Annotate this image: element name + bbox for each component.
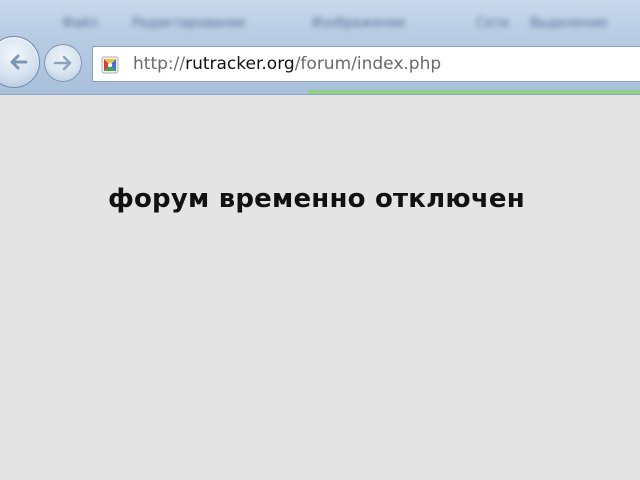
back-button[interactable]: [0, 36, 40, 88]
address-bar[interactable]: http://rutracker.org/forum/index.php: [92, 46, 640, 82]
page-message: форум временно отключен: [108, 184, 525, 214]
menu-item-file[interactable]: Файл: [62, 14, 98, 34]
url-path: /forum/index.php: [294, 54, 442, 74]
menu-bar: Файл Редактирование Изображение Сети Выд…: [0, 0, 640, 38]
site-favicon-icon: [101, 56, 119, 74]
browser-window: Файл Редактирование Изображение Сети Выд…: [0, 0, 640, 480]
url-host: rutracker.org: [185, 54, 295, 74]
menu-item-edit[interactable]: Редактирование: [132, 14, 245, 34]
url-text[interactable]: http://rutracker.org/forum/index.php: [133, 47, 441, 81]
browser-chrome: Файл Редактирование Изображение Сети Выд…: [0, 0, 640, 95]
menu-item-image[interactable]: Изображение: [312, 14, 405, 34]
url-scheme: http://: [133, 54, 186, 74]
menu-item-network[interactable]: Сети: [476, 14, 509, 34]
menu-item-selection[interactable]: Выделение: [530, 14, 607, 34]
page-load-progress: [308, 90, 640, 94]
forward-button[interactable]: [44, 44, 82, 82]
forward-arrow-icon: [53, 55, 72, 71]
back-arrow-icon: [10, 54, 28, 70]
